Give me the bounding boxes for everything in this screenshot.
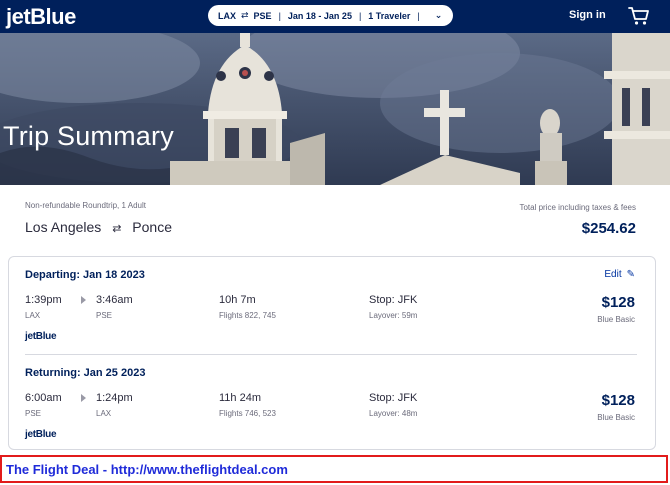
- arrival-time: 1:24pm: [96, 392, 133, 404]
- watermark-text: The Flight Deal - http://www.theflightde…: [6, 462, 288, 477]
- origin-city: Los Angeles: [25, 219, 102, 235]
- search-separator: |: [417, 10, 420, 21]
- traveler-count: 1 Traveler: [368, 10, 411, 21]
- trip-summary-card: Non-refundable Roundtrip, 1 Adult Los An…: [3, 185, 655, 255]
- flights-card: Departing: Jan 18 2023 Edit ✎ 1:39pm 3:46…: [8, 256, 656, 450]
- departure-airport: LAX: [25, 311, 41, 320]
- fare-type-note: Non-refundable Roundtrip, 1 Adult: [25, 201, 146, 210]
- flight-numbers: Flights 746, 523: [219, 409, 276, 418]
- departure-time: 1:39pm: [25, 294, 62, 306]
- leg-title: Departing: Jan 18 2023: [25, 269, 145, 281]
- play-arrow-icon: [81, 296, 86, 304]
- edit-flights-button[interactable]: Edit ✎: [604, 269, 635, 280]
- carrier-logo: jetBlue: [25, 429, 57, 440]
- pencil-icon: ✎: [626, 269, 635, 280]
- layover-info: Layover: 48m: [369, 409, 418, 418]
- shopping-cart-icon[interactable]: [628, 6, 650, 26]
- route-cities: Los Angeles ⇄ Ponce: [25, 219, 172, 235]
- flight-duration: 11h 24m: [219, 392, 261, 404]
- sign-in-link[interactable]: Sign in: [569, 9, 606, 21]
- destination-city: Ponce: [132, 219, 172, 235]
- hero-banner: Trip Summary: [0, 33, 670, 185]
- fare-class: Blue Basic: [597, 315, 635, 324]
- trip-search-summary[interactable]: LAX ⇄ PSE | Jan 18 - Jan 25 | 1 Traveler…: [208, 5, 453, 26]
- jetblue-logo[interactable]: jetBlue: [6, 4, 76, 30]
- search-separator: |: [358, 10, 362, 21]
- flight-duration: 10h 7m: [219, 294, 256, 306]
- travel-dates: Jan 18 - Jan 25: [287, 10, 352, 21]
- watermark-banner: The Flight Deal - http://www.theflightde…: [0, 455, 668, 483]
- arrival-time: 3:46am: [96, 294, 133, 306]
- stop-info: Stop: JFK: [369, 392, 418, 404]
- leg-price: $128: [601, 392, 635, 409]
- origin-code: LAX: [218, 10, 236, 21]
- carrier-logo: jetBlue: [25, 331, 57, 342]
- play-arrow-icon: [81, 394, 86, 402]
- stop-info: Stop: JFK: [369, 294, 418, 306]
- edit-label: Edit: [604, 269, 622, 280]
- destination-code: PSE: [253, 10, 272, 21]
- search-separator: |: [278, 10, 281, 21]
- top-nav: jetBlue LAX ⇄ PSE | Jan 18 - Jan 25 | 1 …: [0, 0, 670, 33]
- leg-title: Returning: Jan 25 2023: [25, 367, 146, 379]
- arrival-airport: PSE: [96, 311, 113, 320]
- departing-flight: Departing: Jan 18 2023 Edit ✎ 1:39pm 3:46…: [9, 257, 655, 349]
- fare-class: Blue Basic: [597, 413, 635, 422]
- layover-info: Layover: 59m: [369, 311, 418, 320]
- swap-arrows-icon: ⇄: [112, 223, 122, 235]
- total-price: $254.62: [581, 220, 636, 237]
- leg-price: $128: [601, 294, 635, 311]
- chevron-down-icon[interactable]: ⌄: [435, 10, 443, 21]
- total-price-note: Total price including taxes & fees: [519, 203, 636, 212]
- swap-arrows-icon: ⇄: [241, 10, 249, 20]
- page-title: Trip Summary: [3, 121, 174, 151]
- departure-time: 6:00am: [25, 392, 62, 404]
- returning-flight: Returning: Jan 25 2023 6:00am 1:24pm PSE…: [9, 355, 655, 447]
- flight-numbers: Flights 822, 745: [219, 311, 276, 320]
- departure-airport: PSE: [25, 409, 42, 418]
- church-photo: [0, 33, 670, 185]
- arrival-airport: LAX: [96, 409, 112, 418]
